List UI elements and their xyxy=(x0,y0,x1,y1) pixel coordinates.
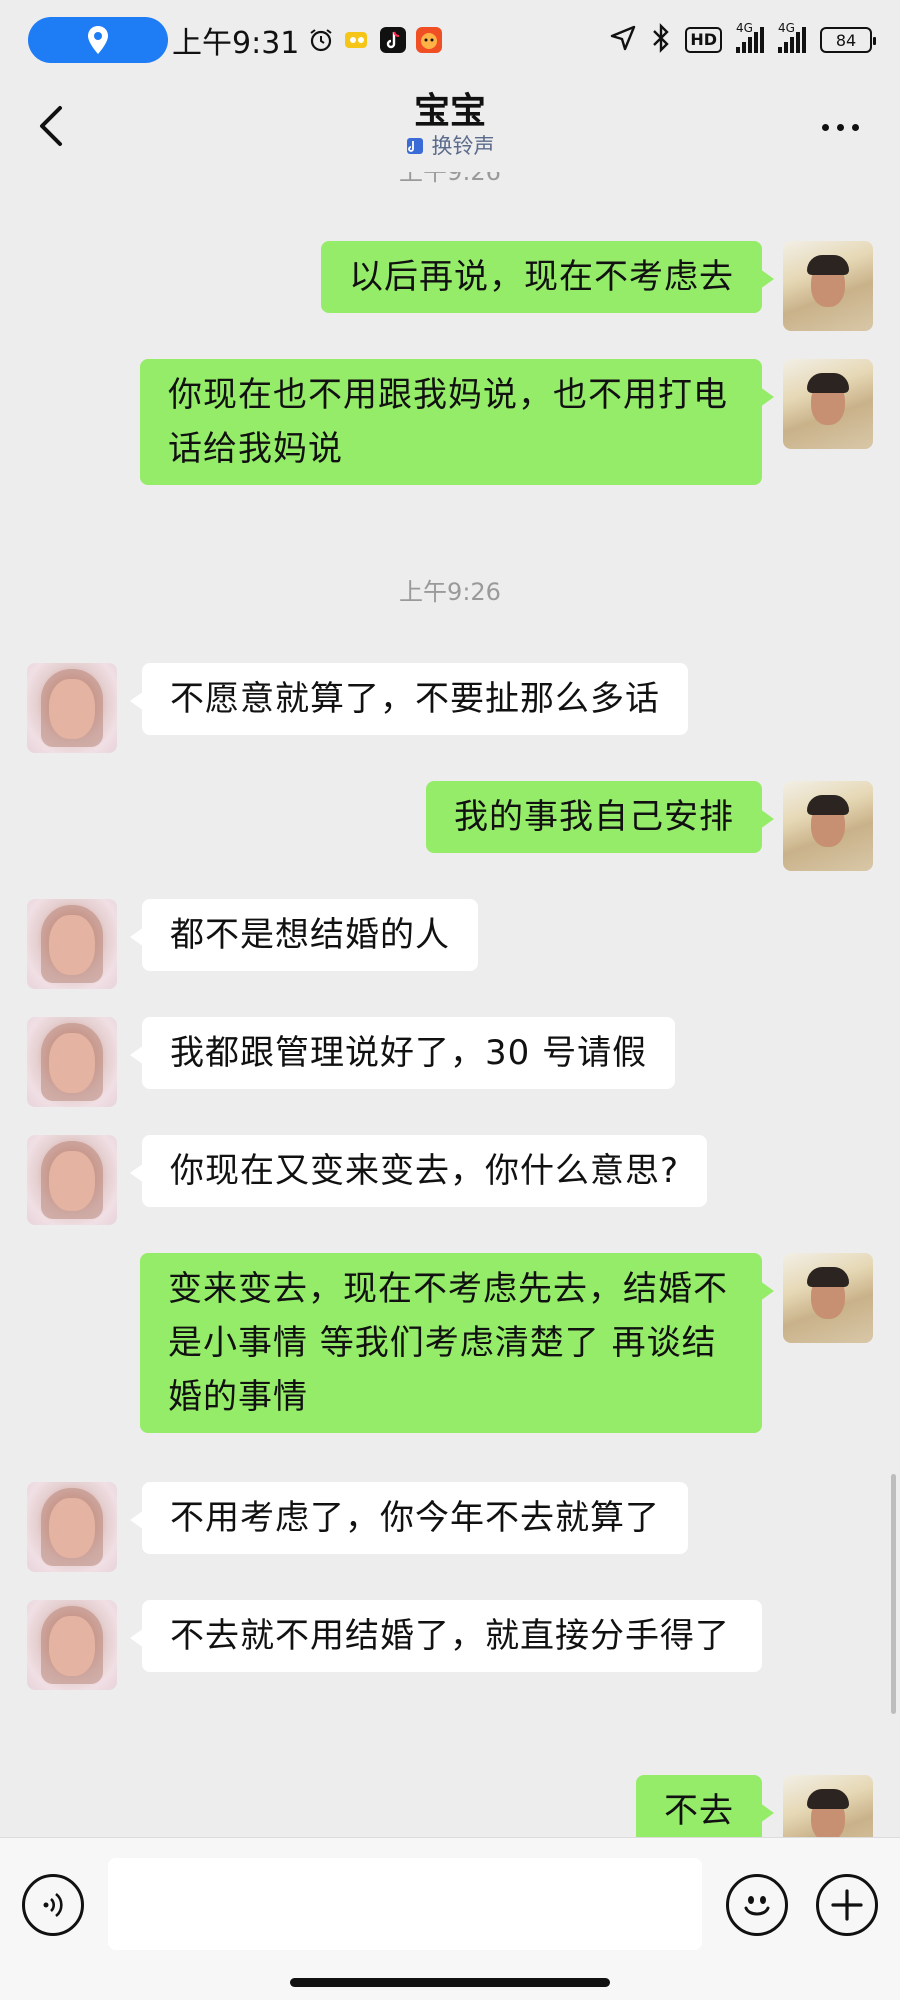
chat-scrollbar[interactable] xyxy=(891,1474,896,1714)
signal-icon: 4G xyxy=(778,21,806,53)
message-bubble-sent[interactable]: 你现在也不用跟我妈说，也不用打电话给我妈说 xyxy=(140,359,774,485)
status-time: 上午9:31 xyxy=(172,26,300,61)
my-avatar[interactable] xyxy=(783,241,873,331)
emoji-button[interactable] xyxy=(726,1874,788,1936)
app-icon xyxy=(343,26,371,54)
plus-icon xyxy=(831,1889,863,1921)
contact-avatar[interactable] xyxy=(27,1017,117,1107)
contact-avatar[interactable] xyxy=(27,1600,117,1690)
contact-avatar[interactable] xyxy=(27,1482,117,1572)
navigation-arrow-icon xyxy=(609,24,637,56)
message-bubble-received[interactable]: 不用考虑了，你今年不去就算了 xyxy=(130,1482,688,1554)
message-bubble-sent[interactable]: 变来变去，现在不考虑先去，结婚不是小事情 等我们考虑清楚了 再谈结婚的事情 xyxy=(140,1253,774,1433)
message-bubble-received[interactable]: 我都跟管理说好了，30 号请假 xyxy=(129,1017,676,1089)
change-ringtone-label: 换铃声 xyxy=(431,134,495,158)
home-indicator[interactable] xyxy=(290,1978,610,1987)
message-bubble-sent[interactable]: 不去 xyxy=(636,1775,774,1837)
alarm-icon xyxy=(307,26,335,54)
more-options-button[interactable] xyxy=(822,112,866,142)
message-input-bar xyxy=(0,1837,900,2000)
emoji-icon xyxy=(744,1896,770,1916)
hd-icon: HD xyxy=(685,27,722,53)
my-avatar[interactable] xyxy=(783,359,873,449)
network-label: 4G xyxy=(736,21,753,35)
message-bubble-received[interactable]: 都不是想结婚的人 xyxy=(130,899,478,971)
more-dot-icon xyxy=(852,123,859,131)
more-functions-button[interactable] xyxy=(816,1874,878,1936)
timestamp-row: 上午9:26 xyxy=(0,172,900,187)
my-avatar[interactable] xyxy=(783,781,873,871)
contact-avatar[interactable] xyxy=(27,899,117,989)
my-avatar[interactable] xyxy=(783,1253,873,1343)
chat-message-list[interactable]: 上午9:26 以后再说，现在不考虑去 你现在也不用跟我妈说，也不用打电话给我妈说… xyxy=(0,172,900,1837)
message-input[interactable] xyxy=(108,1858,702,1950)
battery-icon: 84 xyxy=(820,27,876,53)
voice-icon xyxy=(43,1892,63,1918)
more-dot-icon xyxy=(822,123,829,131)
timestamp-row: 上午9:26 xyxy=(0,572,900,607)
status-bar: 上午9:31 HD 4G 4G 84 xyxy=(0,0,900,80)
message-bubble-received[interactable]: 你现在又变来变去，你什么意思? xyxy=(129,1135,708,1207)
my-avatar[interactable] xyxy=(783,1775,873,1837)
network-label: 4G xyxy=(778,21,795,35)
message-bubble-sent[interactable]: 我的事我自己安排 xyxy=(426,781,774,853)
more-dot-icon xyxy=(837,123,844,131)
ringtone-icon xyxy=(406,138,423,154)
douyin-icon xyxy=(379,26,407,54)
location-pill[interactable] xyxy=(28,17,168,63)
message-bubble-received[interactable]: 不去就不用结婚了，就直接分手得了 xyxy=(130,1600,762,1672)
chat-header: 宝宝 换铃声 xyxy=(0,80,900,172)
timestamp: 上午9:26 xyxy=(399,578,501,606)
message-bubble-sent[interactable]: 以后再说，现在不考虑去 xyxy=(321,241,774,313)
voice-button[interactable] xyxy=(22,1874,84,1936)
change-ringtone-link[interactable]: 换铃声 xyxy=(0,130,900,160)
contact-avatar[interactable] xyxy=(27,663,117,753)
contact-avatar[interactable] xyxy=(27,1135,117,1225)
location-icon xyxy=(88,26,108,54)
tiger-app-icon xyxy=(415,26,443,54)
timestamp: 上午9:26 xyxy=(399,172,501,186)
signal-icon: 4G xyxy=(736,21,764,53)
bluetooth-icon xyxy=(651,23,671,57)
message-bubble-received[interactable]: 不愿意就算了，不要扯那么多话 xyxy=(130,663,688,735)
contact-name: 宝宝 xyxy=(413,91,486,132)
